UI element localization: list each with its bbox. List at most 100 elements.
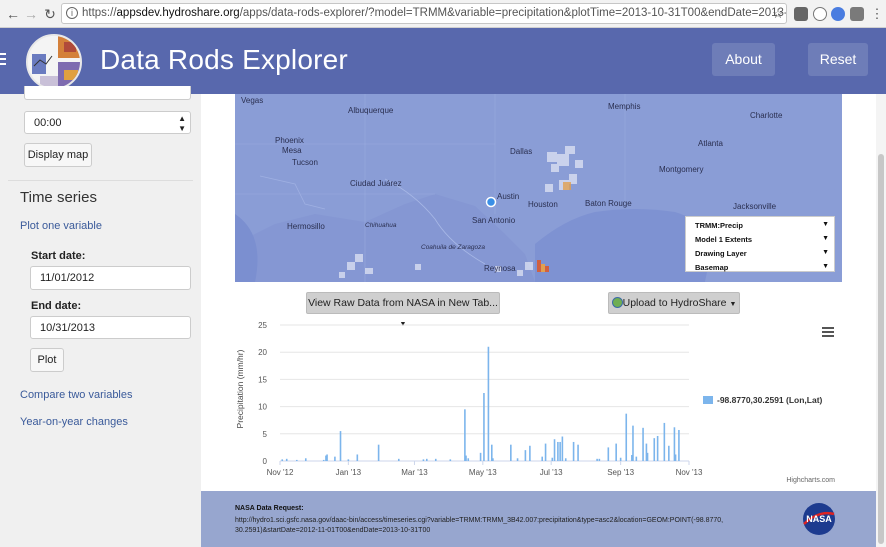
extension-icon[interactable] [850, 7, 864, 21]
data-bar[interactable] [483, 393, 485, 461]
data-bar[interactable] [487, 346, 490, 461]
data-bar[interactable] [541, 456, 544, 461]
data-bar[interactable] [434, 458, 437, 461]
app-logo [26, 34, 82, 90]
data-bar[interactable] [607, 447, 610, 461]
data-bar[interactable] [510, 444, 512, 461]
start-date-input[interactable]: 11/01/2012 [30, 266, 191, 290]
legend-label[interactable]: -98.8770,30.2591 (Lon,Lat) [717, 395, 823, 405]
location-marker[interactable] [485, 196, 497, 208]
extension-icon[interactable] [831, 7, 845, 21]
data-bar[interactable] [492, 458, 494, 461]
map[interactable]: Albuquerque Phoenix Mesa Tucson Ciudad J… [235, 94, 842, 282]
end-date-input[interactable]: 10/31/2013 [30, 316, 191, 339]
plot-button[interactable]: Plot [30, 348, 64, 372]
data-bar[interactable] [656, 435, 659, 461]
data-bar[interactable] [467, 458, 470, 461]
date-select-partial[interactable] [24, 86, 191, 100]
upload-hydroshare-button[interactable]: Upload to HydroShare ▼ [608, 292, 740, 314]
display-map-button[interactable]: Display map [24, 143, 92, 167]
map-city-label: Baton Rouge [585, 199, 632, 208]
data-bar[interactable] [646, 452, 649, 461]
legend-swatch [703, 396, 713, 404]
back-icon[interactable]: ← [4, 5, 22, 23]
data-bar[interactable] [479, 452, 482, 461]
data-bar[interactable] [557, 441, 559, 461]
data-bar[interactable] [296, 459, 298, 461]
reload-icon[interactable]: ↻ [41, 5, 59, 23]
data-bar[interactable] [516, 458, 519, 461]
year-on-year-link[interactable]: Year-on-year changes [20, 416, 128, 428]
map-city-label: Montgomery [659, 165, 704, 174]
extension-icon[interactable] [794, 7, 808, 21]
data-bar[interactable] [334, 456, 336, 461]
x-tick-label: Mar '13 [401, 468, 428, 477]
upload-hydroshare-label: Upload to HydroShare [622, 297, 727, 309]
data-bar[interactable] [339, 431, 342, 461]
data-bar[interactable] [553, 439, 556, 461]
chart-menu-icon[interactable] [822, 327, 834, 337]
data-bar[interactable] [559, 441, 561, 461]
data-bar[interactable] [663, 422, 666, 461]
data-bar[interactable] [678, 429, 680, 461]
data-bar[interactable] [572, 441, 575, 461]
plot-one-variable-link[interactable]: Plot one variable [20, 220, 102, 232]
bookmark-star-icon[interactable]: ☆ [769, 5, 787, 23]
layer-drawing[interactable]: Drawing Layer ▼ [695, 249, 829, 258]
y-tick-label: 20 [258, 348, 267, 357]
data-bar[interactable] [347, 459, 350, 461]
address-bar[interactable]: i https://appsdev.hydroshare.org/apps/da… [61, 3, 787, 24]
layer-model-extents[interactable]: Model 1 Extents ▼ [695, 235, 829, 244]
hamburger-icon[interactable] [0, 53, 6, 67]
data-bar[interactable] [377, 444, 380, 461]
caret-down-icon: ▼ [822, 221, 829, 228]
data-bar[interactable] [422, 459, 425, 461]
data-bar[interactable] [668, 445, 670, 461]
data-bar[interactable] [564, 458, 567, 461]
info-icon[interactable]: i [66, 7, 78, 19]
extension-icon[interactable] [813, 7, 827, 21]
data-bar[interactable] [619, 457, 622, 461]
data-bar[interactable] [356, 454, 359, 461]
data-bar[interactable] [464, 409, 466, 461]
data-bar[interactable] [598, 458, 601, 461]
data-bar[interactable] [449, 459, 452, 461]
nasa-request-url[interactable]: http://hydro1.sci.gsfc.nasa.gov/daac-bin… [235, 516, 755, 536]
scrollbar[interactable] [876, 94, 886, 547]
data-bar[interactable] [551, 457, 554, 461]
data-bar[interactable] [615, 443, 617, 461]
data-bar[interactable] [285, 458, 288, 461]
y-tick-label: 25 [258, 321, 267, 330]
data-bar[interactable] [625, 413, 628, 461]
compare-two-variables-link[interactable]: Compare two variables [20, 389, 133, 401]
chart-credit[interactable]: Highcharts.com [786, 477, 835, 484]
data-bar[interactable] [281, 459, 284, 461]
data-bar[interactable] [425, 458, 428, 461]
browser-menu-icon[interactable]: ⋮ [868, 5, 886, 23]
data-bar[interactable] [304, 458, 307, 461]
data-bar[interactable] [529, 445, 531, 461]
data-bar[interactable] [596, 458, 598, 461]
data-bar[interactable] [397, 458, 400, 461]
data-bar[interactable] [632, 425, 634, 461]
data-bar[interactable] [322, 459, 325, 461]
data-bar[interactable] [653, 438, 656, 461]
y-tick-label: 5 [263, 430, 268, 439]
scrollbar-thumb[interactable] [878, 154, 884, 544]
data-bar[interactable] [642, 427, 644, 461]
reset-button[interactable]: Reset [808, 43, 868, 76]
layer-trmm-precip[interactable]: TRMM:Precip ▼ [695, 221, 829, 230]
data-bar[interactable] [561, 436, 564, 461]
data-bar[interactable] [635, 456, 638, 461]
time-select[interactable]: 00:00 ▲ ▼ [24, 111, 191, 134]
data-bar[interactable] [465, 455, 467, 461]
data-bar[interactable] [524, 450, 527, 461]
data-bar[interactable] [577, 444, 579, 461]
about-button[interactable]: About [712, 43, 775, 76]
data-bar[interactable] [544, 443, 547, 461]
view-raw-data-button[interactable]: View Raw Data from NASA in New Tab... ▼ [306, 292, 500, 328]
data-bar[interactable] [326, 454, 328, 461]
data-bar[interactable] [674, 454, 677, 461]
forward-icon[interactable]: → [22, 5, 40, 23]
layer-basemap[interactable]: Basemap ▼ [695, 263, 829, 272]
